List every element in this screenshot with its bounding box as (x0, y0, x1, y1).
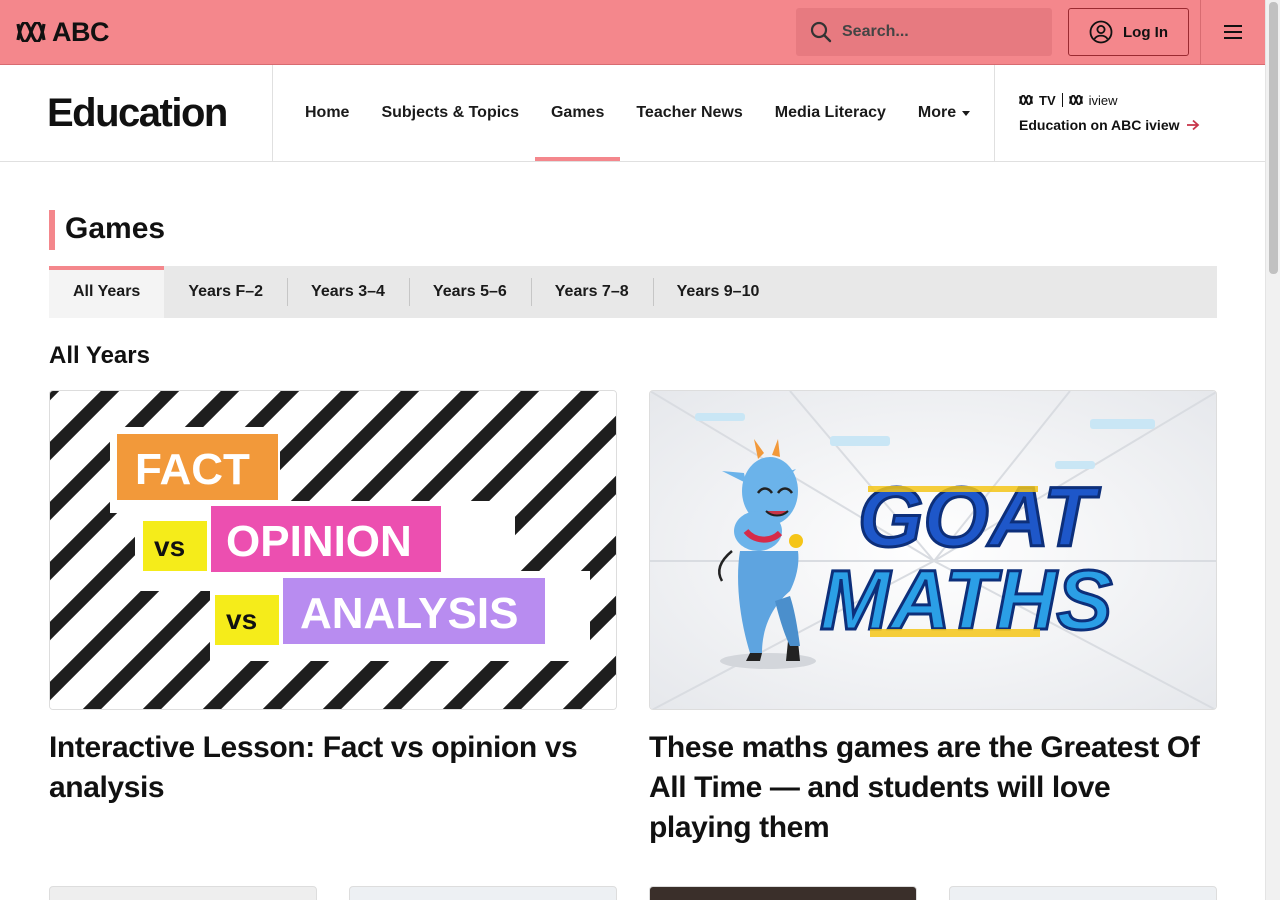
chevron-down-icon (962, 110, 971, 116)
card-image-fact-opinion[interactable]: FACT vs OPINION vs ANALYSIS (49, 390, 617, 710)
arrow-right-icon (1186, 119, 1199, 131)
login-button[interactable]: Log In (1068, 8, 1189, 56)
nav-label: Teacher News (636, 104, 743, 121)
search-icon (810, 21, 832, 43)
card-title[interactable]: Interactive Lesson: Fact vs opinion vs a… (49, 728, 617, 808)
fact-word: FACT (135, 445, 250, 494)
tab-label: All Years (73, 283, 141, 300)
login-label: Log In (1123, 23, 1168, 41)
tab-label: Years F–2 (188, 283, 264, 300)
article-card-thumbnail[interactable] (349, 886, 617, 900)
tab-all-years[interactable]: All Years (49, 266, 165, 318)
nav-item-games[interactable]: Games (534, 65, 621, 161)
tab-years-5-6[interactable]: Years 5–6 (408, 266, 531, 318)
top-bar: ABC Log In (0, 0, 1265, 65)
card-image-goat-maths[interactable]: GOAT MATHS (649, 390, 1217, 710)
vs-word: vs (226, 604, 257, 635)
section-nav: Home Subjects & Topics Games Teacher New… (289, 65, 986, 161)
nav-item-more[interactable]: More (902, 65, 986, 161)
tab-years-f-2[interactable]: Years F–2 (164, 266, 287, 318)
iview-logo-text: iview (1088, 92, 1118, 108)
nav-item-home[interactable]: Home (289, 65, 365, 161)
card-title[interactable]: These maths games are the Greatest Of Al… (649, 728, 1217, 848)
nav-label: Home (305, 104, 350, 121)
nav-item-subjects-topics[interactable]: Subjects & Topics (365, 65, 535, 161)
tab-years-9-10[interactable]: Years 9–10 (652, 266, 784, 318)
opinion-word: OPINION (226, 517, 412, 566)
article-card-thumbnail[interactable] (49, 886, 317, 900)
vs-word: vs (154, 531, 185, 562)
nav-item-media-literacy[interactable]: Media Literacy (759, 65, 902, 161)
abc-logo-text: ABC (52, 16, 110, 47)
nav-item-teacher-news[interactable]: Teacher News (620, 65, 758, 161)
iview-promo[interactable]: TV iview Education on ABC iview (1019, 93, 1200, 133)
search-input[interactable] (842, 23, 1032, 41)
iview-link[interactable]: Education on ABC iview (1019, 117, 1200, 133)
divider (994, 65, 995, 161)
tab-label: Years 9–10 (676, 283, 760, 300)
page-title: Games (49, 210, 165, 250)
abc-tv-logo-icon (1019, 95, 1033, 105)
tab-years-3-4[interactable]: Years 3–4 (287, 266, 409, 318)
fact-opinion-illustration: FACT vs OPINION vs ANALYSIS (50, 391, 616, 709)
article-card[interactable]: FACT vs OPINION vs ANALYSIS Interactive … (49, 390, 617, 808)
menu-button[interactable] (1200, 0, 1265, 64)
nav-label: More (917, 104, 957, 121)
abc-iview-logo-icon (1068, 95, 1083, 105)
nav-label: Games (550, 104, 605, 121)
article-card-thumbnail[interactable] (649, 886, 917, 900)
iview-logos: TV iview (1019, 92, 1200, 108)
section-header: Education Home Subjects & Topics Games T… (0, 65, 1265, 162)
abc-lissajous-icon (16, 22, 46, 42)
tab-years-7-8[interactable]: Years 7–8 (530, 266, 653, 318)
iview-link-label: Education on ABC iview (1019, 117, 1180, 133)
article-card-thumbnail[interactable] (949, 886, 1217, 900)
scrollbar-thumb[interactable] (1269, 2, 1278, 274)
user-icon (1089, 20, 1113, 44)
nav-label: Media Literacy (774, 104, 886, 121)
divider (1061, 93, 1063, 107)
tv-logo-text: TV (1039, 92, 1056, 108)
tab-label: Years 5–6 (432, 283, 507, 300)
nav-label: Subjects & Topics (381, 104, 519, 121)
divider (272, 65, 273, 161)
section-title[interactable]: Education (47, 91, 228, 136)
page-scrollbar[interactable] (1265, 0, 1280, 900)
section-subheading: All Years (49, 342, 150, 369)
abc-logo[interactable]: ABC (16, 16, 110, 48)
hamburger-icon (1224, 25, 1242, 39)
year-tabs: All Years Years F–2 Years 3–4 Years 5–6 … (49, 266, 1217, 318)
analysis-word: ANALYSIS (300, 589, 518, 638)
tab-label: Years 7–8 (554, 283, 629, 300)
goat-maths-illustration: GOAT MATHS (650, 391, 1216, 709)
goat-word: GOAT (858, 470, 1101, 564)
search-box[interactable] (796, 8, 1052, 56)
tab-label: Years 3–4 (311, 283, 385, 300)
article-card[interactable]: GOAT MATHS These maths games are the Gre… (649, 390, 1217, 848)
